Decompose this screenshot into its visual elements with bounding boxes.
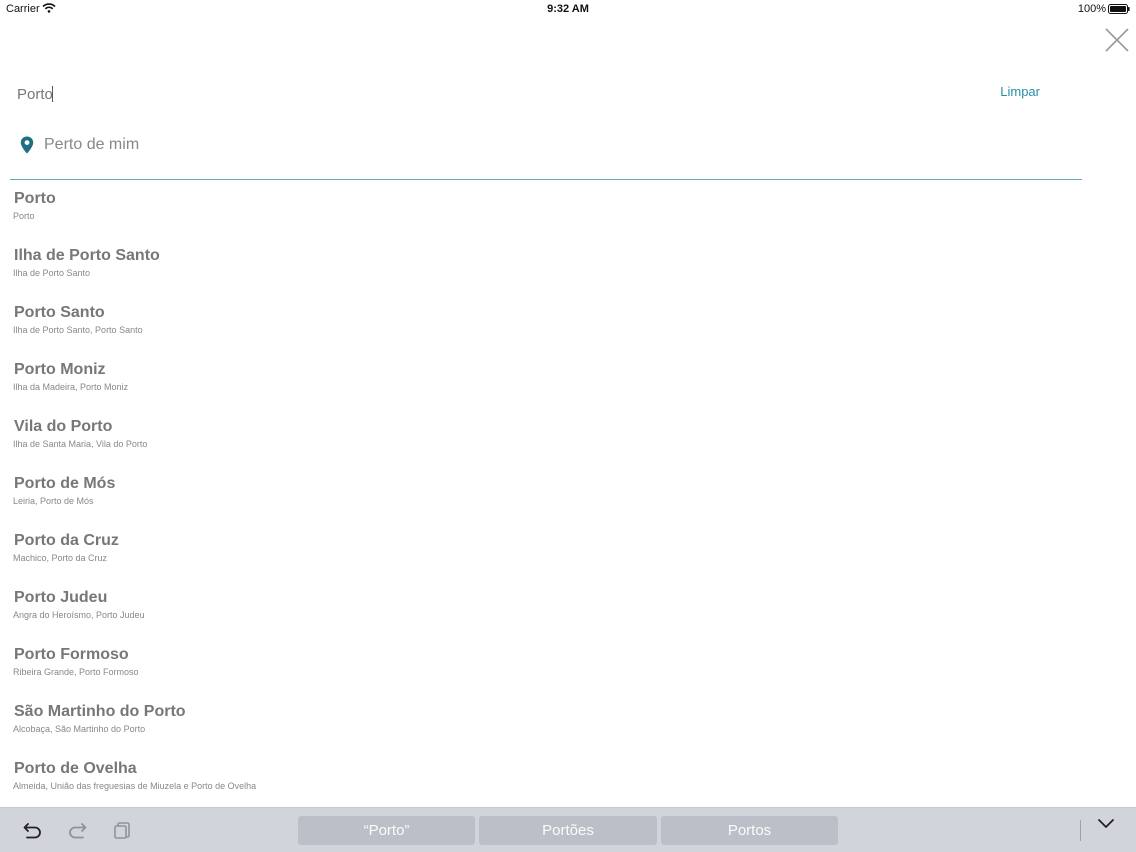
- result-title: Ilha de Porto Santo: [14, 247, 160, 264]
- result-subtitle: Ribeira Grande, Porto Formoso: [13, 667, 139, 677]
- chevron-down-icon[interactable]: [1097, 816, 1115, 830]
- result-subtitle: Porto: [13, 211, 35, 221]
- result-title: Porto Formoso: [14, 646, 129, 663]
- keyboard-shortcut-bar: “Porto” Portões Portos: [0, 807, 1136, 852]
- undo-icon[interactable]: [22, 821, 44, 839]
- result-subtitle: Leiria, Porto de Mós: [13, 496, 94, 506]
- redo-icon[interactable]: [66, 821, 88, 839]
- result-subtitle: Ilha de Porto Santo, Porto Santo: [13, 325, 143, 335]
- list-item[interactable]: Porto Judeu Angra do Heroísmo, Porto Jud…: [0, 588, 1136, 645]
- battery-icon: [1108, 4, 1130, 14]
- result-title: Porto: [14, 190, 56, 207]
- result-subtitle: Alcobaça, São Martinho do Porto: [13, 724, 146, 734]
- result-subtitle: Angra do Heroísmo, Porto Judeu: [13, 610, 145, 620]
- near-me-label: Perto de mim: [44, 136, 140, 153]
- text-caret: [52, 86, 53, 102]
- result-title: Vila do Porto: [14, 418, 113, 435]
- divider: [10, 179, 1082, 180]
- result-title: Porto Moniz: [14, 361, 106, 378]
- list-item[interactable]: Ilha de Porto Santo Ilha de Porto Santo: [0, 246, 1136, 303]
- suggestion-button[interactable]: “Porto”: [298, 816, 475, 845]
- list-item[interactable]: Porto de Mós Leiria, Porto de Mós: [0, 474, 1136, 531]
- result-title: Porto da Cruz: [14, 532, 119, 549]
- result-subtitle: Ilha de Santa Maria, Vila do Porto: [13, 439, 148, 449]
- status-time: 9:32 AM: [547, 3, 589, 15]
- result-title: Porto de Mós: [14, 475, 116, 492]
- result-subtitle: Ilha de Porto Santo: [13, 268, 91, 278]
- list-item[interactable]: Vila do Porto Ilha de Santa Maria, Vila …: [0, 417, 1136, 474]
- list-item[interactable]: São Martinho do Porto Alcobaça, São Mart…: [0, 702, 1136, 759]
- near-me-button[interactable]: Perto de mim: [20, 134, 139, 156]
- divider: [1080, 820, 1081, 841]
- close-icon[interactable]: [1104, 27, 1130, 53]
- list-item[interactable]: Porto Porto: [0, 189, 1136, 246]
- list-item[interactable]: Porto Santo Ilha de Porto Santo, Porto S…: [0, 303, 1136, 360]
- paste-icon[interactable]: [112, 821, 134, 839]
- list-item[interactable]: Porto Moniz Ilha da Madeira, Porto Moniz: [0, 360, 1136, 417]
- suggestion-button[interactable]: Portões: [479, 816, 657, 845]
- result-title: Porto Santo: [14, 304, 105, 321]
- clear-button[interactable]: Limpar: [1000, 84, 1040, 99]
- results-list: Porto Porto Ilha de Porto Santo Ilha de …: [0, 189, 1136, 816]
- search-input[interactable]: [17, 84, 917, 104]
- result-subtitle: Ilha da Madeira, Porto Moniz: [13, 382, 129, 392]
- result-title: Porto Judeu: [14, 589, 108, 606]
- location-pin-icon: [20, 136, 34, 154]
- result-title: Porto de Ovelha: [14, 760, 137, 777]
- status-bar: Carrier 9:32 AM 100%: [0, 0, 1136, 18]
- result-subtitle: Almeida, União das freguesias de Miuzela…: [13, 781, 257, 791]
- battery-percent: 100%: [1077, 3, 1106, 15]
- list-item[interactable]: Porto Formoso Ribeira Grande, Porto Form…: [0, 645, 1136, 702]
- suggestion-button[interactable]: Portos: [661, 816, 838, 845]
- list-item[interactable]: Porto da Cruz Machico, Porto da Cruz: [0, 531, 1136, 588]
- result-subtitle: Machico, Porto da Cruz: [13, 553, 108, 563]
- result-title: São Martinho do Porto: [14, 703, 186, 720]
